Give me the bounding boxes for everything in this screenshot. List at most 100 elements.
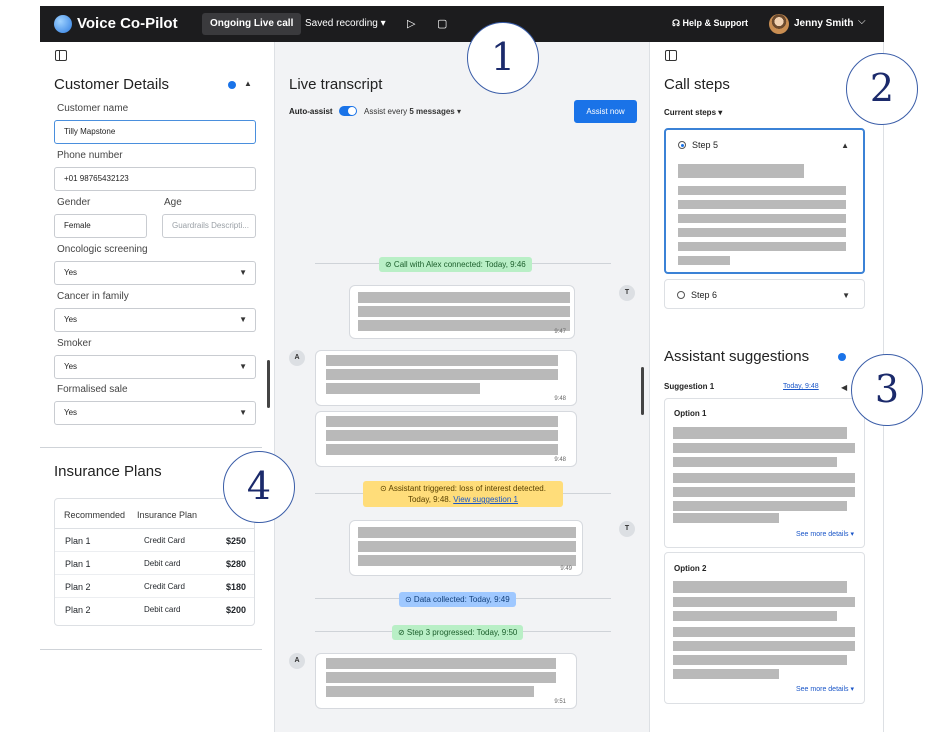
scrollbar[interactable] xyxy=(267,360,270,408)
message-time: 9:48 xyxy=(554,457,566,463)
table-row[interactable]: Plan 2 Debit card $200 xyxy=(55,598,254,621)
divider xyxy=(40,447,262,448)
help-support-link[interactable]: ☊ Help & Support xyxy=(672,18,748,29)
message-bubble: 9:49 xyxy=(349,520,583,576)
redacted-text xyxy=(326,416,558,427)
message-time: 9:48 xyxy=(554,396,566,402)
see-more-details-link[interactable]: See more details ▾ xyxy=(796,530,854,538)
step-5-card[interactable]: Step 5 ▲ xyxy=(664,128,865,274)
phone-label: Phone number xyxy=(57,150,123,161)
redacted-text xyxy=(678,200,846,209)
redacted-text xyxy=(678,164,804,178)
column-header: Insurance Plan xyxy=(137,510,198,520)
chevron-down-icon: ▾ xyxy=(718,108,723,117)
oncologic-screening-select[interactable]: Yes ▼ xyxy=(54,261,256,285)
scrollbar[interactable] xyxy=(641,367,644,415)
chevron-down-icon: ▼ xyxy=(239,362,247,371)
option-1-card: Option 1 See more details ▾ xyxy=(664,398,865,548)
redacted-text xyxy=(678,242,846,251)
divider xyxy=(40,649,262,650)
redacted-text xyxy=(673,473,855,483)
assist-every-dropdown[interactable]: Assist every 5 messages ▾ xyxy=(364,107,461,116)
auto-assist-toggle[interactable] xyxy=(339,106,357,116)
event-text: ⊙ Assistant triggered: loss of interest … xyxy=(380,484,546,493)
formalised-sale-label: Formalised sale xyxy=(57,384,128,395)
callout-4: 4 xyxy=(223,451,295,523)
redacted-text xyxy=(673,457,837,467)
plan-price: $200 xyxy=(225,605,246,615)
user-avatar[interactable] xyxy=(769,14,789,34)
callout-2: 2 xyxy=(846,53,918,125)
message-bubble: 9:47 xyxy=(349,285,575,339)
formalised-sale-select[interactable]: Yes ▼ xyxy=(54,401,256,425)
current-steps-dropdown[interactable]: Current steps ▾ xyxy=(664,108,722,117)
panel-toggle-icon[interactable] xyxy=(55,50,67,61)
smoker-select[interactable]: Yes ▼ xyxy=(54,355,256,379)
app-title: Voice Co-Pilot xyxy=(77,15,178,32)
collapse-icon[interactable]: ▲ xyxy=(841,141,849,150)
plan-name: Plan 1 xyxy=(65,536,91,546)
age-field[interactable]: Guardrails Descripti... xyxy=(162,214,256,238)
agent-avatar: T xyxy=(619,521,635,537)
customer-name-field[interactable]: Tilly Mapstone xyxy=(54,120,256,144)
redacted-text xyxy=(326,444,558,455)
phone-field[interactable]: +01 98765432123 xyxy=(54,167,256,191)
redacted-text xyxy=(358,320,570,331)
live-transcript-title: Live transcript xyxy=(289,76,383,93)
select-value: Yes xyxy=(64,408,78,417)
suggestion-time-link[interactable]: Today, 9:48 xyxy=(783,383,819,390)
play-icon[interactable]: ▷ xyxy=(407,16,415,32)
stop-icon[interactable]: ▢ xyxy=(437,16,447,32)
info-icon[interactable] xyxy=(228,81,236,89)
redacted-text xyxy=(673,597,855,607)
gender-label: Gender xyxy=(57,197,91,208)
redacted-text xyxy=(326,355,558,366)
table-row[interactable]: Plan 1 Credit Card $250 xyxy=(55,529,254,552)
plan-type: Debit card xyxy=(144,605,181,614)
cancer-in-family-select[interactable]: Yes ▼ xyxy=(54,308,256,332)
column-header: Recommended xyxy=(64,510,126,520)
chevron-down-icon[interactable]: ▼ xyxy=(842,291,850,300)
redacted-text xyxy=(326,383,480,394)
info-icon[interactable] xyxy=(838,353,846,361)
chevron-down-icon: ▼ xyxy=(239,268,247,277)
callout-1: 1 xyxy=(467,22,539,94)
redacted-text xyxy=(358,527,576,538)
plan-name: Plan 2 xyxy=(65,582,91,592)
chevron-down-icon[interactable]: ⌵ xyxy=(858,16,866,27)
gender-field[interactable]: Female xyxy=(54,214,147,238)
plan-price: $280 xyxy=(225,559,246,569)
chevron-left-icon[interactable]: ◀ xyxy=(841,383,847,392)
suggestion-label: Suggestion 1 xyxy=(664,382,715,391)
radio-selected-icon[interactable] xyxy=(678,141,686,149)
redacted-text xyxy=(678,228,846,237)
tab-saved-recording[interactable]: Saved recording ▾ xyxy=(297,13,394,35)
current-steps-label: Current steps xyxy=(664,108,717,117)
panel-toggle-icon[interactable] xyxy=(665,50,677,61)
step-6-card[interactable]: Step 6 ▼ xyxy=(664,279,865,309)
left-panel: Customer Details ▲ Customer name Tilly M… xyxy=(40,42,274,732)
auto-assist-label: Auto-assist xyxy=(289,107,333,116)
assist-now-button[interactable]: Assist now xyxy=(574,100,637,123)
tab-ongoing-live-call[interactable]: Ongoing Live call xyxy=(202,13,302,35)
message-time: 9:51 xyxy=(554,699,566,705)
collapse-icon[interactable]: ▲ xyxy=(244,79,252,88)
table-row[interactable]: Plan 2 Credit Card $180 xyxy=(55,575,254,598)
see-more-details-link[interactable]: See more details ▾ xyxy=(796,685,854,693)
redacted-text xyxy=(326,686,534,697)
help-label: Help & Support xyxy=(682,18,749,28)
step-5-label: Step 5 xyxy=(692,140,719,150)
chevron-down-icon: ▼ xyxy=(239,408,247,417)
select-value: Yes xyxy=(64,315,78,324)
live-transcript-panel: Live transcript Auto-assist Assist every… xyxy=(274,42,650,732)
cancer-in-family-label: Cancer in family xyxy=(57,291,129,302)
table-row[interactable]: Plan 1 Debit card $280 xyxy=(55,552,254,575)
view-suggestion-link[interactable]: View suggestion 1 xyxy=(453,495,518,504)
message-bubble: 9:48 xyxy=(315,350,577,406)
event-step-progressed: ⊘ Step 3 progressed: Today, 9:50 xyxy=(392,625,524,640)
redacted-text xyxy=(673,641,855,651)
top-bar: Voice Co-Pilot Ongoing Live call Saved r… xyxy=(40,6,884,42)
event-text-line2: Today, 9:48. View suggestion 1 xyxy=(369,494,557,505)
user-name[interactable]: Jenny Smith xyxy=(794,18,853,29)
radio-icon[interactable] xyxy=(677,291,685,299)
